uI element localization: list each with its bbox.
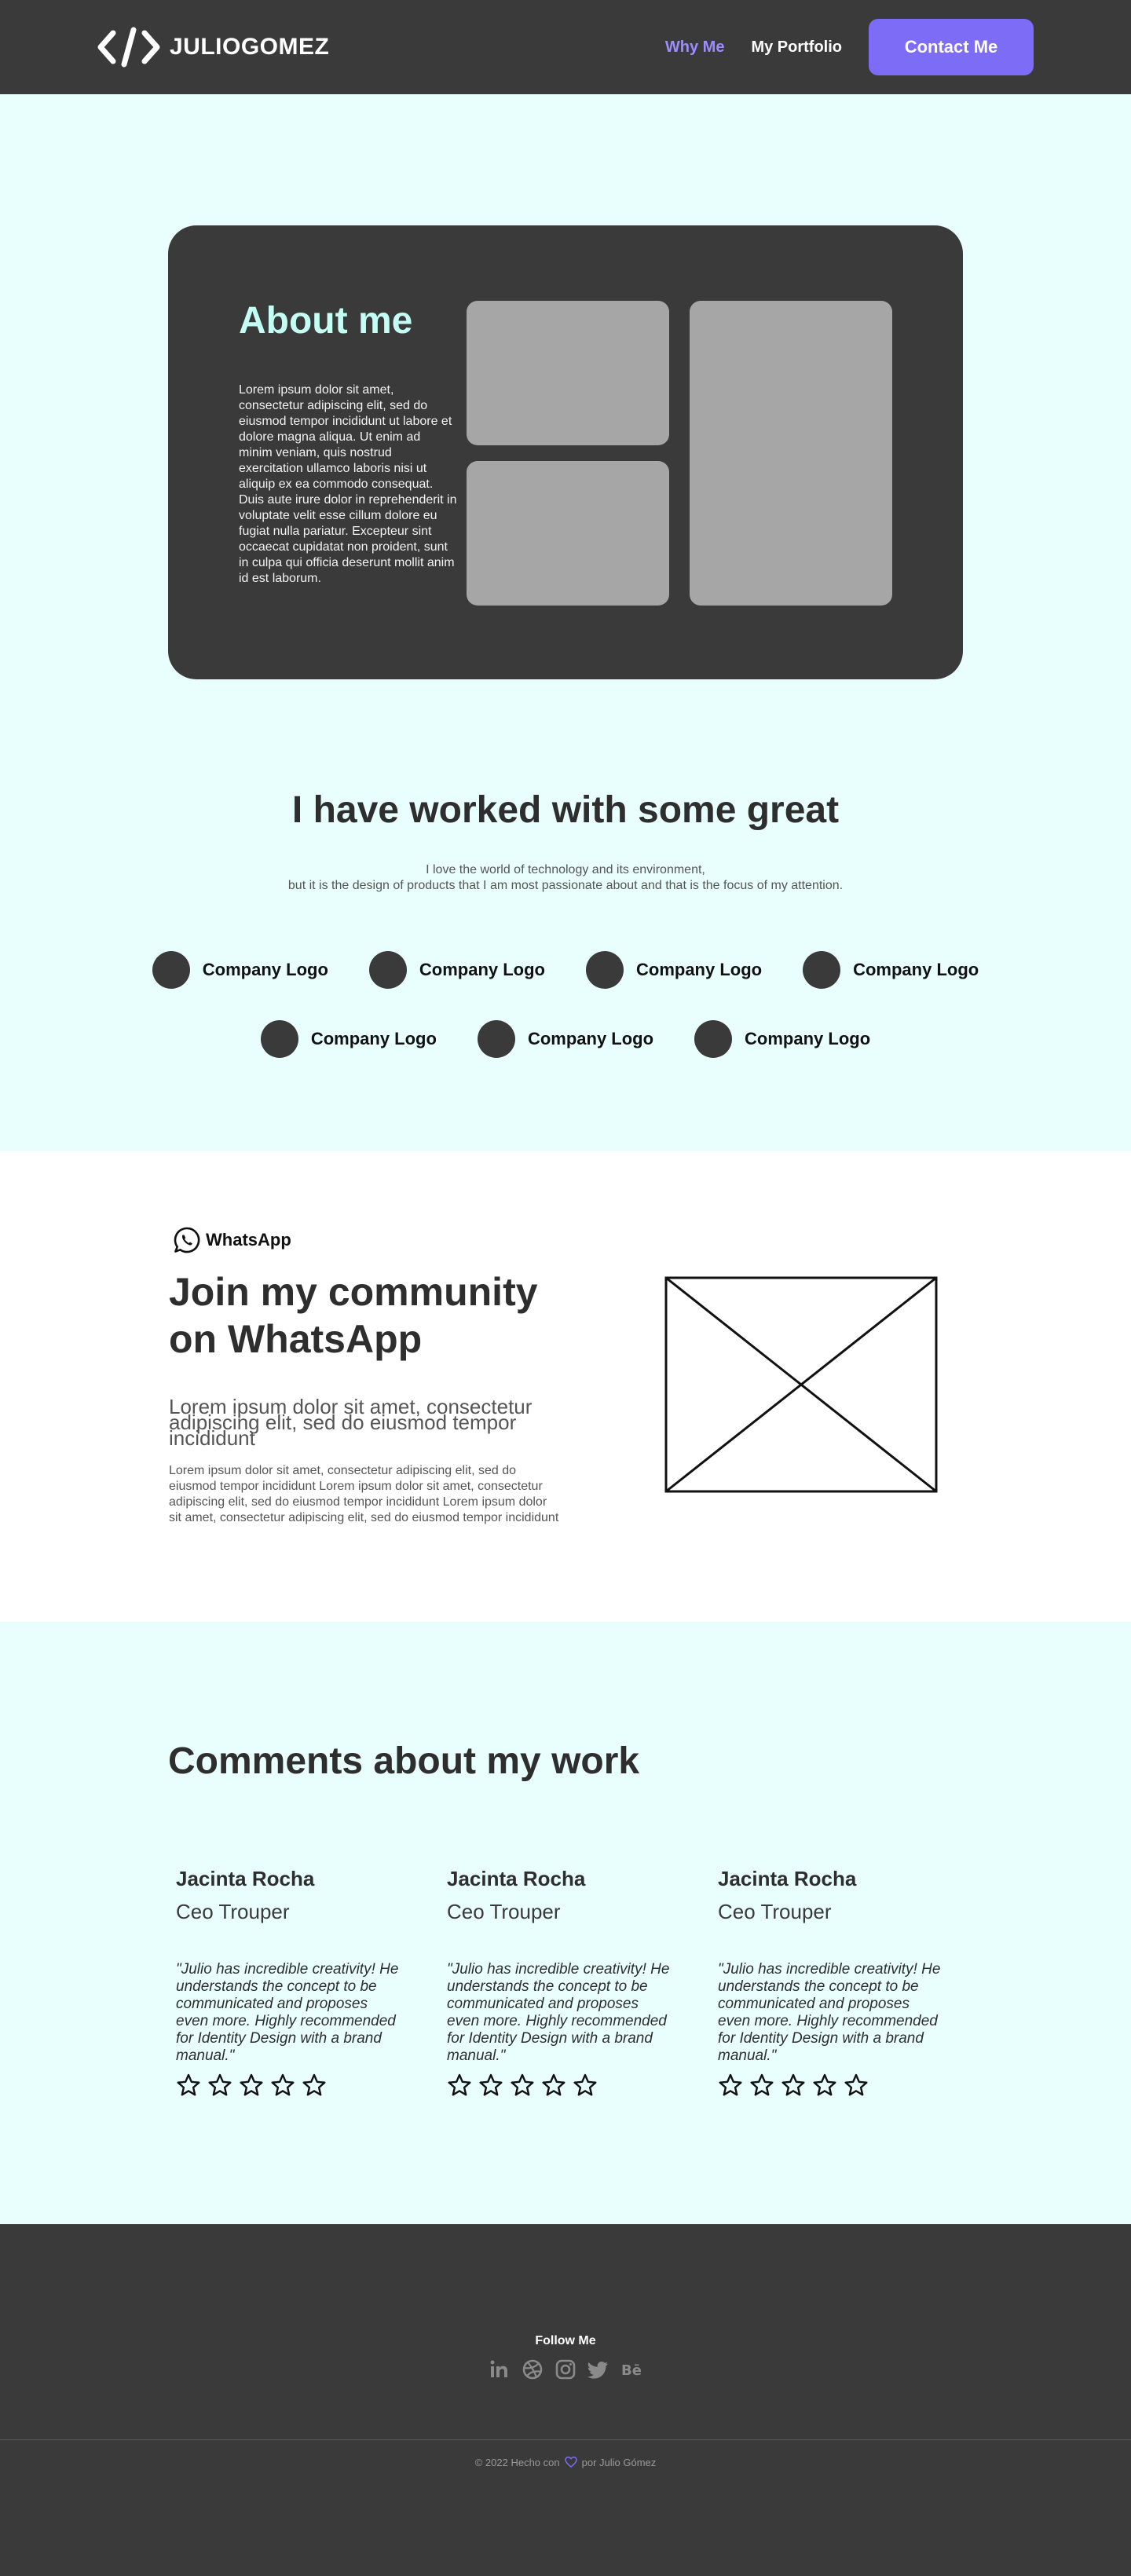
follow-me-label: Follow Me xyxy=(535,2334,596,2347)
about-text: Lorem ipsum dolor sit amet, consectetur … xyxy=(239,383,457,585)
footer-divider xyxy=(0,2439,1131,2440)
review-role: Ceo Trouper xyxy=(176,1900,290,1923)
review-quote: "Julio has incredible creativity! He und… xyxy=(718,1961,941,2064)
review-card: Jacinta Rocha Ceo Trouper "Julio has inc… xyxy=(447,1867,675,2098)
dribbble-icon[interactable] xyxy=(521,2358,544,2381)
about-image-2 xyxy=(467,461,669,606)
star-icon xyxy=(448,2073,471,2096)
star-icon xyxy=(302,2073,326,2096)
review-quote: "Julio has incredible creativity! He und… xyxy=(176,1961,399,2064)
star-icon xyxy=(271,2073,295,2096)
about-title: About me xyxy=(239,300,413,342)
company-logo: Company Logo xyxy=(368,951,545,989)
site-footer: Follow Me Bē © 2022 Hecho con por Julio … xyxy=(0,2224,1131,2576)
contact-me-button[interactable]: Contact Me xyxy=(869,19,1034,75)
star-icon xyxy=(781,2073,805,2096)
image-placeholder xyxy=(664,1276,938,1493)
company-logo: Company Logo xyxy=(152,951,328,989)
nav-my-portfolio[interactable]: My Portfolio xyxy=(751,38,842,57)
company-logo: Company Logo xyxy=(586,951,762,989)
comments-section: Comments about my work Jacinta Rocha Ceo… xyxy=(0,1622,1131,2224)
review-card: Jacinta Rocha Ceo Trouper "Julio has inc… xyxy=(718,1867,946,2098)
company-logo-label: Company Logo xyxy=(202,960,328,979)
reviews-list: Jacinta Rocha Ceo Trouper "Julio has inc… xyxy=(176,1867,946,2098)
company-logo-mark xyxy=(152,951,190,989)
company-logo-mark xyxy=(477,1020,515,1058)
brand[interactable]: JULIOGOMEZ xyxy=(97,27,329,68)
review-name: Jacinta Rocha xyxy=(176,1867,315,1890)
company-logo: Company Logo xyxy=(477,1020,654,1058)
company-logo-mark xyxy=(694,1020,733,1058)
about-card: About me Lorem ipsum dolor sit amet, con… xyxy=(168,225,963,679)
review-role: Ceo Trouper xyxy=(718,1900,832,1923)
star-icon xyxy=(573,2073,597,2096)
twitter-icon[interactable] xyxy=(587,2358,610,2381)
review-stars xyxy=(447,2073,675,2098)
company-logos-row-2: Company Logo Company Logo Company Logo xyxy=(0,1020,1131,1058)
company-logo-mark xyxy=(586,951,624,989)
review-stars xyxy=(176,2073,404,2098)
heart-icon xyxy=(564,2456,577,2468)
code-icon xyxy=(97,27,160,68)
company-logo-label: Company Logo xyxy=(310,1029,437,1048)
review-name: Jacinta Rocha xyxy=(447,1867,586,1890)
company-logo-mark xyxy=(260,1020,298,1058)
star-icon xyxy=(750,2073,774,2096)
star-icon xyxy=(240,2073,263,2096)
worked-subtitle-line-1: I love the world of technology and its e… xyxy=(426,863,705,876)
company-logo-label: Company Logo xyxy=(636,960,763,979)
site-header: JULIOGOMEZ Why Me My Portfolio Contact M… xyxy=(0,0,1131,94)
star-icon xyxy=(479,2073,503,2096)
whatsapp-lead: Lorem ipsum dolor sit amet, consectetur … xyxy=(169,1395,533,1450)
company-logo: Company Logo xyxy=(803,951,979,989)
comments-title: Comments about my work xyxy=(168,1740,640,1782)
nav-why-me[interactable]: Why Me xyxy=(665,38,725,57)
copyright-left: © 2022 Hecho con xyxy=(474,2456,560,2468)
company-logo-mark xyxy=(803,951,841,989)
linkedin-icon[interactable] xyxy=(488,2358,511,2381)
star-icon xyxy=(208,2073,232,2096)
company-logo-label: Company Logo xyxy=(853,960,979,979)
about-image-1 xyxy=(467,301,669,445)
star-icon xyxy=(542,2073,566,2096)
review-quote: "Julio has incredible creativity! He und… xyxy=(447,1961,670,2064)
review-stars xyxy=(718,2073,946,2098)
about-section: About me Lorem ipsum dolor sit amet, con… xyxy=(0,94,1131,1151)
company-logos-row-1: Company Logo Company Logo Company Logo C… xyxy=(0,951,1131,989)
whatsapp-section: WhatsApp Join my community on WhatsApp L… xyxy=(0,1151,1131,1622)
instagram-icon[interactable] xyxy=(554,2358,577,2381)
about-image-3 xyxy=(690,301,892,606)
company-logo: Company Logo xyxy=(694,1020,870,1058)
whatsapp-body: Lorem ipsum dolor sit amet, consectetur … xyxy=(169,1464,559,1524)
star-icon xyxy=(813,2073,836,2096)
main-nav: Why Me My Portfolio Contact Me xyxy=(665,19,1034,75)
star-icon xyxy=(844,2073,868,2096)
whatsapp-brand: WhatsApp xyxy=(173,1226,291,1254)
worked-subtitle-line-2: but it is the design of products that I … xyxy=(287,879,844,892)
social-links: Bē xyxy=(0,2358,1131,2381)
review-name: Jacinta Rocha xyxy=(718,1867,857,1890)
star-icon xyxy=(177,2073,200,2096)
company-logo-label: Company Logo xyxy=(419,960,545,979)
company-logo-label: Company Logo xyxy=(527,1029,654,1048)
copyright: © 2022 Hecho con por Julio Gómez xyxy=(0,2456,1131,2468)
worked-subtitle: I love the world of technology and its e… xyxy=(0,862,1131,894)
star-icon xyxy=(511,2073,534,2096)
whatsapp-icon xyxy=(174,1227,200,1253)
company-logo: Company Logo xyxy=(260,1020,437,1058)
company-logo-label: Company Logo xyxy=(745,1029,871,1048)
worked-title: I have worked with some great xyxy=(291,789,840,831)
copyright-right: por Julio Gómez xyxy=(581,2456,657,2468)
whatsapp-title: Join my community on WhatsApp xyxy=(169,1270,538,1361)
svg-text:Bē: Bē xyxy=(621,2362,642,2379)
whatsapp-brand-label: WhatsApp xyxy=(206,1230,291,1250)
company-logo-mark xyxy=(368,951,407,989)
review-role: Ceo Trouper xyxy=(447,1900,561,1923)
brand-name: JULIOGOMEZ xyxy=(170,34,330,60)
review-card: Jacinta Rocha Ceo Trouper "Julio has inc… xyxy=(176,1867,404,2098)
behance-icon[interactable]: Bē xyxy=(620,2358,643,2381)
star-icon xyxy=(719,2073,742,2096)
